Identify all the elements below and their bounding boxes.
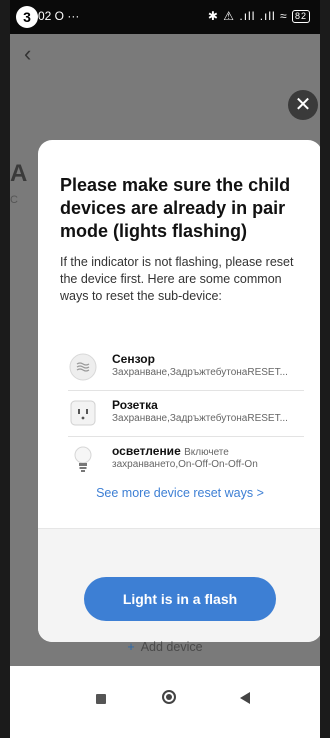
device-inline-note: Включете [184,447,229,458]
status-time: 02 O ··· [38,9,80,23]
add-device-label: Add device [140,640,203,654]
phone-screen: 3 02 O ··· ✱ ⚠ .ıll .ıll ≈ 82 ‹ A C .. ✕… [10,0,320,738]
device-name: Сензор [112,352,155,366]
device-subtitle: Захранване,ЗадръжтебутонаRESET... [112,367,288,378]
recent-apps-icon[interactable] [96,694,106,704]
signal-icons: ✱ ⚠ .ıll .ıll ≈ [207,9,288,23]
nav-back-icon[interactable] [240,692,250,704]
device-item-socket[interactable]: Розетка Захранване,ЗадръжтебутонаRESET..… [68,392,304,437]
device-name: Розетка [112,398,158,412]
light-flashing-confirm-button[interactable]: Light is in a flash [84,577,276,621]
status-icons: ✱ ⚠ .ıll .ıll ≈ 82 [208,9,310,23]
battery-icon: 82 [291,10,310,23]
back-icon[interactable]: ‹ [24,42,31,66]
see-more-reset-link[interactable]: See more device reset ways > [38,486,320,500]
modal-title: Please make sure the child devices are a… [60,175,291,241]
device-item-light[interactable]: осветление Включете захранването,On-Off-… [68,438,304,482]
system-nav-bar [10,666,320,738]
modal-description: If the indicator is not flashing, please… [60,255,294,303]
home-icon[interactable] [162,690,176,704]
modal-footer: Light is in a flash [38,528,320,642]
socket-icon [68,398,98,428]
background-subtitle-fragment: C [10,194,18,206]
device-subtitle: захранването,On-Off-On-Off-On [112,459,258,470]
close-icon[interactable]: ✕ [288,90,318,120]
device-name: осветление [112,444,181,458]
step-badge: 3 [16,6,38,28]
background-heading-fragment: A [10,160,28,187]
add-device-button[interactable]: + Add device [10,640,320,654]
status-bar: 3 02 O ··· ✱ ⚠ .ıll .ıll ≈ 82 [10,0,320,34]
sensor-icon [68,352,98,382]
light-bulb-icon [68,444,98,474]
device-item-sensor[interactable]: Сензор Захранване,ЗадръжтебутонаRESET... [68,346,304,391]
plus-icon: + [127,640,135,654]
reset-instructions-modal: Please make sure the child devices are a… [38,140,320,642]
device-subtitle: Захранване,ЗадръжтебутонаRESET... [112,413,288,424]
